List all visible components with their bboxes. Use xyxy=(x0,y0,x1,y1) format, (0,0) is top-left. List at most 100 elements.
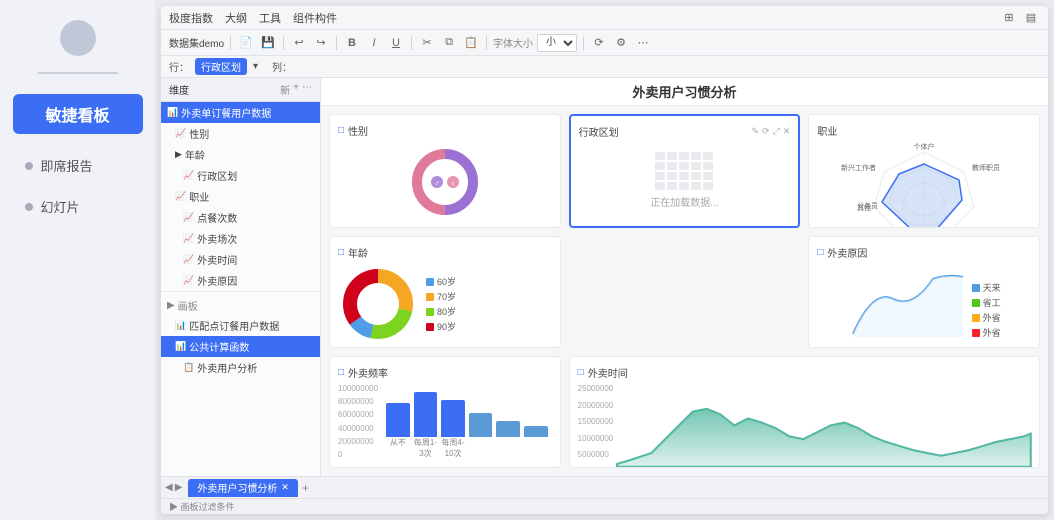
toolbar-refresh-icon[interactable]: ⟳ xyxy=(590,34,608,52)
time-x-labels: 0:00 5:00 11:00 13:00 15:00 17:00 19:00 … xyxy=(617,467,1031,468)
svg-text:公务员: 公务员 xyxy=(857,201,878,210)
tree-node-analysis[interactable]: 📋 外卖用户分析 xyxy=(161,357,320,378)
reason-label-1: 省工 xyxy=(983,296,1001,309)
tree-node-reason[interactable]: 📈 外卖原因 xyxy=(161,270,320,291)
time-x-0: 0:00 xyxy=(619,467,653,468)
filter-tag-region[interactable]: 行政区划 xyxy=(195,58,247,75)
tab-label-analysis: 外卖用户习惯分析 xyxy=(197,480,277,495)
tree-node-time-label: 外卖时间 xyxy=(197,252,237,267)
toolbar-grid-icon[interactable]: ⊞ xyxy=(1000,9,1018,27)
tree-node-match-label: 匹配点订餐用户数据 xyxy=(189,318,279,333)
tree-node-freq[interactable]: 📈 点餐次数 xyxy=(161,207,320,228)
toolbar-underline-icon[interactable]: U xyxy=(387,34,405,52)
y-label-0: 100000000 xyxy=(338,384,378,393)
tree-node-gender-icon: 📈 xyxy=(175,128,186,139)
bar-3 xyxy=(469,413,493,437)
time-x-7: 21:00 xyxy=(858,467,892,468)
tree-new-icon[interactable]: 新 xyxy=(280,82,290,97)
tree-node-functions-label: 公共计算函数 xyxy=(189,339,249,354)
time-y-5: 0 xyxy=(578,467,614,468)
tree-add-icon[interactable]: + xyxy=(293,82,299,97)
tree-node-root[interactable]: 📊 外卖单订餐用户数据 xyxy=(161,102,320,123)
tab-nav-right[interactable]: ▶ xyxy=(175,482,183,493)
loading-cell xyxy=(691,172,701,180)
filter-arrow: ▾ xyxy=(253,61,258,72)
toolbar-undo-icon[interactable]: ↩ xyxy=(290,34,308,52)
region-close-icon[interactable]: ✕ xyxy=(783,126,791,137)
reason-card: □ 外卖原因 天来 xyxy=(808,236,1040,348)
tree-node-freq-label: 点餐次数 xyxy=(197,210,237,225)
toolbar-cut-icon[interactable]: ✂ xyxy=(418,34,436,52)
filter-bar: 行： 行政区划 ▾ 列： xyxy=(161,56,1048,78)
tree-node-match[interactable]: 📊 匹配点订餐用户数据 xyxy=(161,315,320,336)
tab-close-icon[interactable]: ✕ xyxy=(281,482,289,493)
loading-cell xyxy=(691,152,701,160)
tab-nav-left[interactable]: ◀ xyxy=(165,482,173,493)
time-x-9: 4:00 xyxy=(927,467,961,468)
tree-node-age[interactable]: ▶ 年龄 xyxy=(161,144,320,165)
freq-y-axis: 100000000 80000000 60000000 40000000 200… xyxy=(338,384,378,459)
region-refresh-icon[interactable]: ⟳ xyxy=(762,126,770,137)
sidebar-item-slides[interactable]: 幻灯片 xyxy=(13,191,143,222)
toolbar-copy-icon[interactable]: ⧉ xyxy=(440,34,458,52)
canvas-title: 外卖用户习惯分析 xyxy=(321,78,1048,106)
time-x-1: 5:00 xyxy=(653,467,687,468)
time-y-4: 5000000 xyxy=(578,450,614,459)
tree-node-root-icon: 📊 xyxy=(167,107,178,118)
toolbar-settings-icon[interactable]: ⚙ xyxy=(612,34,630,52)
radar-chart-svg: 个体户 教师职员 企业白领 学生 其他 新兴工作者 公务员 xyxy=(854,142,994,228)
toolbar-bold-icon[interactable]: B xyxy=(343,34,361,52)
reason-card-title: □ 外卖原因 xyxy=(817,245,1031,260)
time-y-0: 25000000 xyxy=(578,384,614,393)
region-expand-icon[interactable]: ⤢ xyxy=(773,126,780,137)
age-donut-svg xyxy=(338,264,418,344)
age-legend-item-70: 70岁 xyxy=(426,290,456,303)
toolbar-more-icon[interactable]: ⋯ xyxy=(634,34,652,52)
font-size-select[interactable]: 小中大 xyxy=(537,34,577,52)
toolbar-paste-icon[interactable]: 📋 xyxy=(462,34,480,52)
occupation-card: 职业 xyxy=(808,114,1040,228)
tree-node-occupation[interactable]: 📈 职业 xyxy=(161,186,320,207)
sidebar-label-slides: 幻灯片 xyxy=(41,197,80,216)
menu-item-main[interactable]: 极度指数 xyxy=(169,10,213,26)
tab-analysis[interactable]: 外卖用户习惯分析 ✕ xyxy=(188,479,298,497)
gender-percentages: 49.99% 50.01% xyxy=(338,226,552,228)
age-legend: 60岁 70岁 80岁 xyxy=(426,275,456,333)
region-edit-icon[interactable]: ✎ xyxy=(751,126,759,137)
sidebar-item-dashboard[interactable]: 敏捷看板 xyxy=(13,94,143,134)
gender-donut: ♂ ♀ 49.99% 50.01% xyxy=(338,142,552,228)
menu-item-tools[interactable]: 工具 xyxy=(259,10,281,26)
sidebar-item-adhoc[interactable]: 即席报告 xyxy=(13,150,143,181)
tree-node-time[interactable]: 📈 外卖时间 xyxy=(161,249,320,270)
toolbar-italic-icon[interactable]: I xyxy=(365,34,383,52)
canvas-area: 外卖用户习惯分析 □ 性别 xyxy=(321,78,1048,476)
menu-item-components[interactable]: 组件构件 xyxy=(293,10,337,26)
filter-col-label: 列： xyxy=(272,59,292,74)
loading-cell xyxy=(655,172,665,180)
filter-condition-label[interactable]: ▶ 画板过滤条件 xyxy=(169,500,235,513)
bar-5 xyxy=(524,426,548,437)
toolbar-save-icon[interactable]: 💾 xyxy=(259,34,277,52)
tree-node-scene[interactable]: 📈 外卖场次 xyxy=(161,228,320,249)
tab-add-button[interactable]: + xyxy=(302,481,309,495)
region-card-icons: ✎ ⟳ ⤢ ✕ xyxy=(751,126,790,137)
menu-item-outline[interactable]: 大纲 xyxy=(225,10,247,26)
content-area: 维度 新 + ⋯ 📊 外卖单订餐用户数据 📈 性别 ▶ xyxy=(161,78,1048,476)
tree-node-gender[interactable]: 📈 性别 xyxy=(161,123,320,144)
tree-more-icon[interactable]: ⋯ xyxy=(302,82,312,97)
tree-node-region[interactable]: 📈 行政区划 xyxy=(161,165,320,186)
toolbar-new-icon[interactable]: 📄 xyxy=(237,34,255,52)
svg-text:新兴工作者: 新兴工作者 xyxy=(841,163,876,172)
reason-dot-1 xyxy=(972,299,980,307)
reason-legend: 天来 省工 外省 xyxy=(972,281,1001,339)
occupation-title-text: 职业 xyxy=(817,123,837,138)
tree-node-age-label: 年龄 xyxy=(185,147,205,162)
sidebar-divider xyxy=(38,72,118,74)
tree-node-functions[interactable]: 📊 公共计算函数 xyxy=(161,336,320,357)
tree-node-reason-label: 外卖原因 xyxy=(197,273,237,288)
toolbar-view-icon[interactable]: ▤ xyxy=(1022,9,1040,27)
toolbar-redo-icon[interactable]: ↪ xyxy=(312,34,330,52)
tab-bar: ◀ ▶ 外卖用户习惯分析 ✕ + xyxy=(161,476,1048,498)
tree-node-time-icon: 📈 xyxy=(183,254,194,265)
reason-label-3: 外省 xyxy=(983,326,1001,339)
